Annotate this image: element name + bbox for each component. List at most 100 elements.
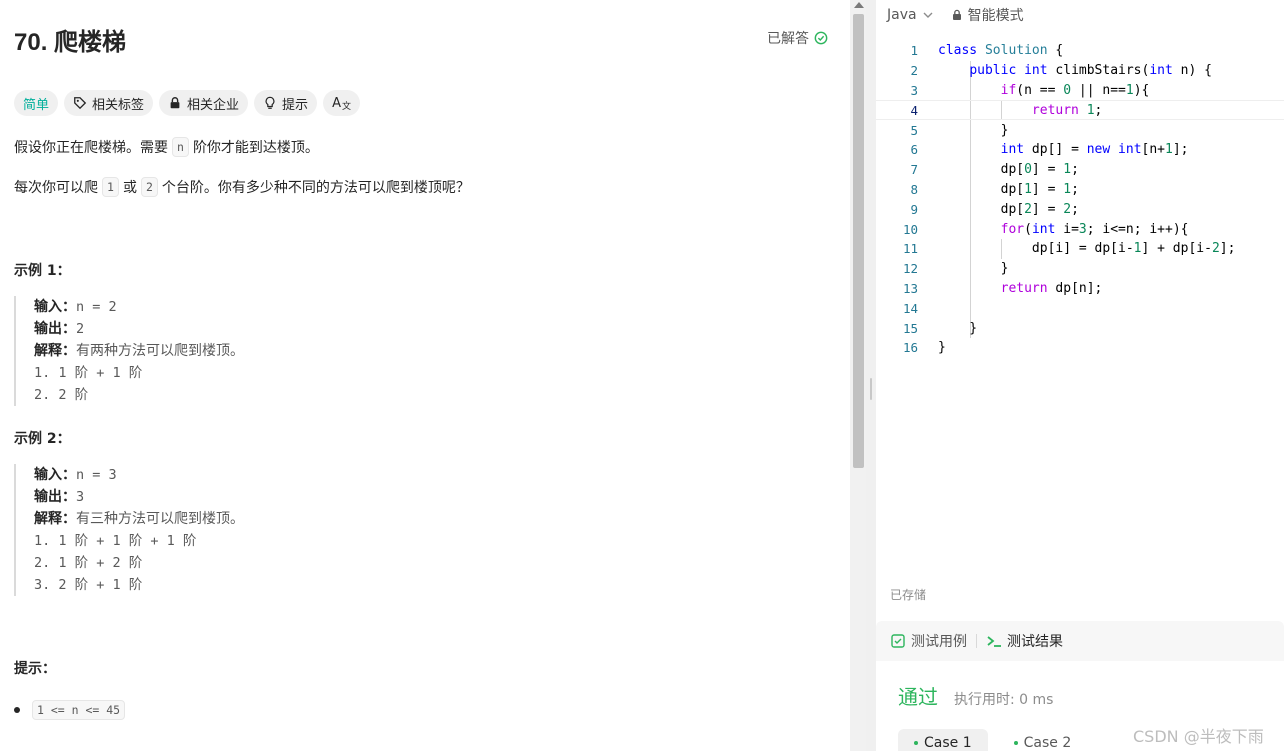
run-result: 通过 执行用时: 0 ms <box>898 681 1053 710</box>
tab-divider <box>976 634 977 648</box>
explain-label: 解释： <box>34 511 76 527</box>
output-label: 输出： <box>34 321 76 337</box>
example-2-heading: 示例 2： <box>14 431 71 447</box>
translate-button[interactable]: A文 <box>323 90 360 116</box>
language-label: Java <box>887 7 917 23</box>
tab-testcase-label: 测试用例 <box>911 634 967 650</box>
line-number: 6 <box>910 142 918 158</box>
difficulty-badge[interactable]: 简单 <box>14 90 59 116</box>
solved-status: 已解答 <box>767 28 828 48</box>
pass-dot <box>1013 741 1018 745</box>
code-line[interactable]: 14 <box>876 298 1284 318</box>
code-line[interactable]: 5 } <box>876 120 1284 140</box>
code-line[interactable]: 6 int dp[] = new int[n+1]; <box>876 140 1284 160</box>
line-number: 5 <box>910 122 918 138</box>
difficulty-label: 简单 <box>23 97 50 113</box>
line-number: 8 <box>910 181 918 197</box>
step-line: 1. 1 阶 + 1 阶 + 1 阶 <box>34 533 197 549</box>
code-line[interactable]: 7 dp[0] = 1; <box>876 160 1284 180</box>
lock-icon <box>952 9 961 20</box>
problem-pane: 70. 爬楼梯 已解答 简单 相关标签 相关企业 提示 A文 假设你正在爬楼梯。… <box>0 0 850 751</box>
line-number: 3 <box>910 82 918 98</box>
code-area[interactable]: 1 class Solution { 2 public int climbStai… <box>876 41 1284 358</box>
lock-icon <box>170 97 180 109</box>
output-label: 输出： <box>34 489 76 505</box>
translate-icon: A <box>332 95 341 111</box>
desc2-code2: 2 <box>140 177 158 197</box>
description-line-1: 假设你正在爬楼梯。需要 n 阶你才能到达楼顶。 <box>14 137 319 157</box>
constraint-item: 1 <= n <= 45 <box>14 700 129 720</box>
code-line[interactable]: 3 if(n == 0 || n==1){ <box>876 81 1284 101</box>
explain-value: 有三种方法可以爬到楼顶。 <box>76 511 244 527</box>
line-number: 10 <box>902 221 918 237</box>
code-line[interactable]: 15 } <box>876 318 1284 338</box>
case-tab-2[interactable]: Case 2 <box>998 729 1088 751</box>
related-companies-button[interactable]: 相关企业 <box>159 90 249 116</box>
desc2-code1: 1 <box>102 177 119 197</box>
desc1-code: n <box>172 137 189 157</box>
output-value: 3 <box>76 489 85 505</box>
step-line: 2. 2 阶 <box>34 387 89 403</box>
language-select[interactable]: Java <box>887 7 933 23</box>
code-line-active[interactable]: 4 return 1; <box>876 100 1284 121</box>
step-line: 3. 2 阶 + 1 阶 <box>34 577 143 593</box>
code-editor-panel: Java 智能模式 1 class Solution { 2 public int… <box>876 0 1284 611</box>
saved-status: 已存储 <box>890 588 927 602</box>
desc2-after: 个台阶。你有多少种不同的方法可以爬到楼顶呢？ <box>161 180 470 196</box>
example-1-heading: 示例 1： <box>14 263 71 279</box>
related-companies-label: 相关企业 <box>187 97 240 113</box>
code-line[interactable]: 12 } <box>876 259 1284 279</box>
pass-dot <box>914 741 918 745</box>
line-number: 1 <box>910 43 918 59</box>
chevron-down-icon <box>923 12 933 18</box>
hint-label: 提示 <box>282 97 309 113</box>
hint-button[interactable]: 提示 <box>254 90 318 116</box>
tab-testcase[interactable]: 测试用例 <box>890 631 967 651</box>
code-line[interactable]: 13 return dp[n]; <box>876 279 1284 299</box>
check-circle-icon <box>814 31 828 45</box>
code-line[interactable]: 2 public int climbStairs(int n) { <box>876 61 1284 81</box>
example-2-block: 输入： n = 3 输出： 3 解释： 有三种方法可以爬到楼顶。 1. 1 阶 + 1… <box>14 464 244 596</box>
tab-result[interactable]: 测试结果 <box>986 631 1063 651</box>
code-line[interactable]: 1 class Solution { <box>876 41 1284 61</box>
code-line[interactable]: 11 dp[i] = dp[i-1] + dp[i-2]; <box>876 239 1284 259</box>
case-tabs: Case 1 Case 2 <box>898 729 1087 751</box>
code-line[interactable]: 10 for(int i=3; i<=n; i++){ <box>876 219 1284 239</box>
code-line[interactable]: 9 dp[2] = 2; <box>876 199 1284 219</box>
watermark: CSDN @半夜下雨 <box>1133 727 1264 746</box>
tab-result-label: 测试结果 <box>1007 634 1063 650</box>
code-line[interactable]: 16} <box>876 338 1284 358</box>
bulb-icon <box>265 96 275 109</box>
pane-splitter[interactable] <box>866 0 876 751</box>
input-label: 输入： <box>34 299 76 315</box>
related-tags-button[interactable]: 相关标签 <box>64 90 154 116</box>
line-number: 14 <box>902 300 918 316</box>
runtime-value: 执行用时: 0 ms <box>954 692 1054 708</box>
editor-toolbar: Java 智能模式 <box>876 0 1284 30</box>
line-number: 16 <box>902 340 918 356</box>
line-number: 7 <box>910 162 918 178</box>
input-value: n = 3 <box>76 467 117 483</box>
line-number: 4 <box>910 102 918 118</box>
related-tags-label: 相关标签 <box>92 97 145 113</box>
scroll-up-arrow[interactable] <box>853 2 864 8</box>
scrollbar-thumb[interactable] <box>853 14 864 468</box>
code-line[interactable]: 8 dp[1] = 1; <box>876 180 1284 200</box>
step-line: 1. 1 阶 + 1 阶 <box>34 365 143 381</box>
example-1-block: 输入： n = 2 输出： 2 解释： 有两种方法可以爬到楼顶。 1. 1 阶 + 1… <box>14 296 244 406</box>
solved-label: 已解答 <box>767 31 809 47</box>
desc2-mid: 或 <box>122 180 137 196</box>
smart-mode-toggle[interactable]: 智能模式 <box>951 5 1024 25</box>
splitter-handle[interactable] <box>870 378 872 400</box>
translate-subglyph: 文 <box>341 101 351 112</box>
output-value: 2 <box>76 321 85 337</box>
desc1-before: 假设你正在爬楼梯。需要 <box>14 140 168 156</box>
input-value: n = 2 <box>76 299 117 315</box>
explain-label: 解释： <box>34 343 76 359</box>
case-tab-1[interactable]: Case 1 <box>898 729 988 751</box>
tag-icon <box>74 97 87 110</box>
line-number: 13 <box>902 280 918 296</box>
description-line-2: 每次你可以爬 1 或 2 个台阶。你有多少种不同的方法可以爬到楼顶呢？ <box>14 177 470 197</box>
case-label: Case 1 <box>924 735 972 751</box>
line-number: 9 <box>910 201 918 217</box>
